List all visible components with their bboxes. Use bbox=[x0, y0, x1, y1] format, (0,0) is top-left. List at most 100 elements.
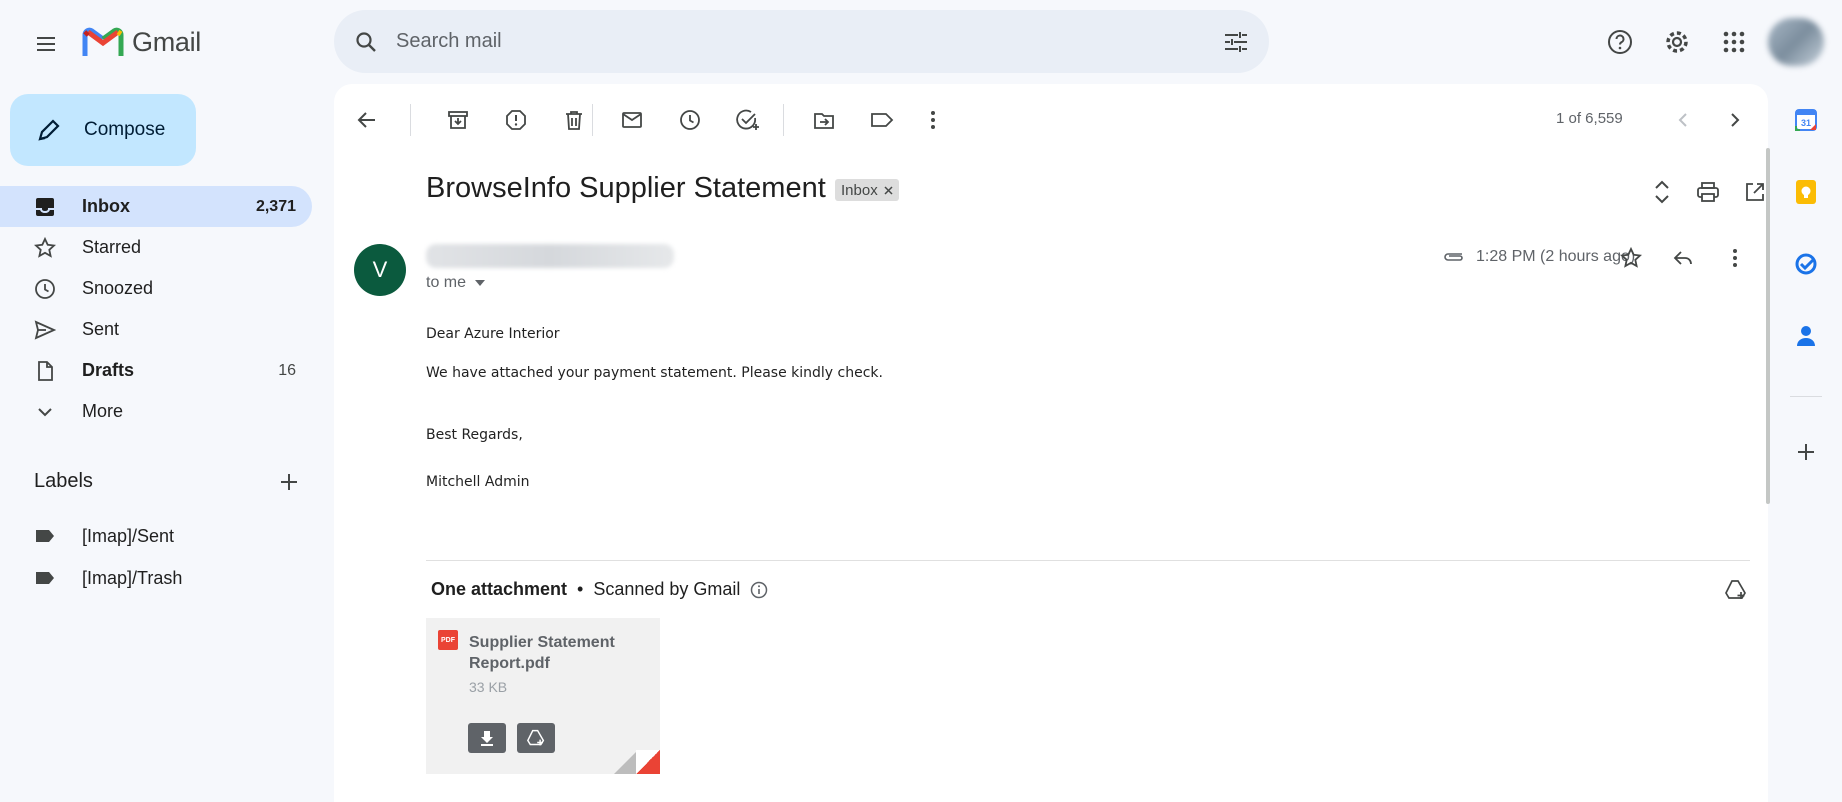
nav-item-starred[interactable]: Starred bbox=[0, 227, 312, 268]
print-button[interactable] bbox=[1688, 172, 1728, 212]
gmail-logo[interactable]: Gmail bbox=[82, 24, 201, 60]
plus-icon[interactable] bbox=[278, 471, 300, 493]
inbox-label-chip[interactable]: Inbox bbox=[835, 179, 899, 201]
arrow-left-icon bbox=[357, 112, 375, 128]
label-name: [Imap]/Trash bbox=[82, 567, 183, 588]
info-icon[interactable] bbox=[750, 581, 768, 599]
chevron-down-icon bbox=[38, 407, 52, 416]
label-item-imap-sent[interactable]: [Imap]/Sent bbox=[34, 521, 174, 551]
more-vert-icon bbox=[1733, 249, 1737, 267]
label-icon bbox=[871, 113, 894, 127]
labels-button[interactable] bbox=[862, 100, 902, 140]
compose-button[interactable]: Compose bbox=[10, 94, 196, 166]
support-button[interactable] bbox=[1600, 22, 1640, 62]
more-vert-icon bbox=[931, 111, 935, 129]
download-icon bbox=[481, 731, 493, 746]
help-icon bbox=[1608, 30, 1632, 54]
message-more-button[interactable] bbox=[1715, 238, 1755, 278]
settings-button[interactable] bbox=[1657, 22, 1697, 62]
more-options-button[interactable] bbox=[913, 100, 953, 140]
attachment-count: One attachment bbox=[431, 579, 568, 599]
label-item-imap-trash[interactable]: [Imap]/Trash bbox=[34, 563, 182, 593]
sender-name[interactable] bbox=[426, 244, 674, 268]
star-button[interactable] bbox=[1611, 238, 1651, 278]
send-icon bbox=[34, 319, 56, 340]
scrollbar[interactable] bbox=[1766, 148, 1770, 504]
contacts-app-button[interactable] bbox=[1786, 316, 1826, 356]
archive-button[interactable] bbox=[438, 100, 478, 140]
menu-icon bbox=[37, 37, 55, 51]
main-menu-button[interactable] bbox=[26, 24, 66, 64]
drive-add-icon bbox=[1725, 580, 1746, 599]
older-button[interactable] bbox=[1715, 100, 1755, 140]
recipient-label: to me bbox=[426, 274, 467, 291]
search-input[interactable]: Search mail bbox=[396, 30, 1223, 53]
snooze-button[interactable] bbox=[670, 100, 710, 140]
recipient-details[interactable]: to me bbox=[426, 274, 486, 292]
nav-item-snoozed[interactable]: Snoozed bbox=[0, 268, 312, 309]
apps-grid-icon bbox=[1723, 31, 1745, 53]
nav-label: More bbox=[82, 401, 124, 421]
google-apps-button[interactable] bbox=[1714, 22, 1754, 62]
clock-icon bbox=[35, 278, 55, 299]
expand-all-button[interactable] bbox=[1642, 172, 1682, 212]
delete-button[interactable] bbox=[554, 100, 594, 140]
pagination-count: 1 of 6,559 bbox=[1556, 110, 1623, 127]
close-icon[interactable] bbox=[884, 185, 893, 195]
mail-icon bbox=[622, 112, 642, 128]
tasks-check-icon bbox=[1795, 253, 1817, 275]
attachment-card[interactable]: PDF Supplier Statement Report.pdf 33 KB bbox=[426, 618, 660, 774]
search-icon bbox=[356, 31, 376, 52]
calendar-app-button[interactable]: 31 bbox=[1786, 100, 1826, 140]
labels-title: Labels bbox=[34, 470, 93, 492]
move-to-button[interactable] bbox=[804, 100, 844, 140]
body-paragraph: We have attached your payment statement.… bbox=[426, 365, 883, 381]
newer-button[interactable] bbox=[1663, 100, 1703, 140]
unfold-icon bbox=[1655, 180, 1669, 204]
add-to-tasks-button[interactable] bbox=[728, 100, 768, 140]
star-icon bbox=[34, 236, 56, 258]
search-bar[interactable]: Search mail bbox=[334, 10, 1269, 73]
star-icon bbox=[1620, 247, 1642, 268]
nav-item-drafts[interactable]: Drafts 16 bbox=[0, 350, 312, 391]
sender-avatar[interactable]: V bbox=[354, 244, 406, 296]
folder-nav: Inbox 2,371 Starred Snoozed Sent Drafts … bbox=[0, 186, 312, 432]
save-to-drive-button[interactable] bbox=[517, 723, 555, 753]
app-name: Gmail bbox=[132, 26, 202, 57]
draft-file-icon bbox=[38, 360, 53, 381]
reply-button[interactable] bbox=[1663, 238, 1703, 278]
caret-down-icon bbox=[475, 280, 486, 286]
contacts-person-icon bbox=[1797, 326, 1815, 346]
label-name: [Imap]/Sent bbox=[82, 525, 175, 546]
search-options-icon[interactable] bbox=[1223, 30, 1249, 54]
pdf-file-icon: PDF bbox=[438, 630, 458, 650]
message-view: 1 of 6,559 BrowseInfo Supplier Statement… bbox=[334, 84, 1768, 802]
add-all-to-drive-button[interactable] bbox=[1716, 570, 1756, 610]
mark-unread-button[interactable] bbox=[612, 100, 652, 140]
nav-label: Drafts bbox=[82, 360, 135, 380]
back-button[interactable] bbox=[347, 100, 387, 140]
report-spam-button[interactable] bbox=[496, 100, 536, 140]
labels-header: Labels bbox=[34, 470, 300, 493]
svg-text:31: 31 bbox=[1801, 118, 1811, 128]
get-addons-button[interactable] bbox=[1786, 432, 1826, 472]
inbox-icon bbox=[36, 197, 54, 216]
body-signature: Mitchell Admin bbox=[426, 474, 530, 490]
nav-item-more[interactable]: More bbox=[0, 391, 312, 432]
keep-app-button[interactable] bbox=[1786, 172, 1826, 212]
body-signoff: Best Regards, bbox=[426, 427, 523, 443]
message-subject: BrowseInfo Supplier Statement bbox=[426, 172, 826, 204]
plus-icon bbox=[1798, 444, 1814, 460]
printer-icon bbox=[1697, 182, 1719, 202]
spam-icon bbox=[506, 110, 526, 130]
nav-item-inbox[interactable]: Inbox 2,371 bbox=[0, 186, 312, 227]
add-task-icon bbox=[736, 109, 759, 130]
paperclip-icon bbox=[1444, 253, 1463, 261]
label-tag-icon bbox=[36, 572, 54, 584]
attachment-name: Supplier Statement Report.pdf bbox=[469, 634, 615, 672]
tasks-app-button[interactable] bbox=[1786, 244, 1826, 284]
trash-icon bbox=[566, 111, 582, 130]
nav-item-sent[interactable]: Sent bbox=[0, 309, 312, 350]
account-avatar[interactable] bbox=[1768, 18, 1824, 66]
download-button[interactable] bbox=[468, 723, 506, 753]
